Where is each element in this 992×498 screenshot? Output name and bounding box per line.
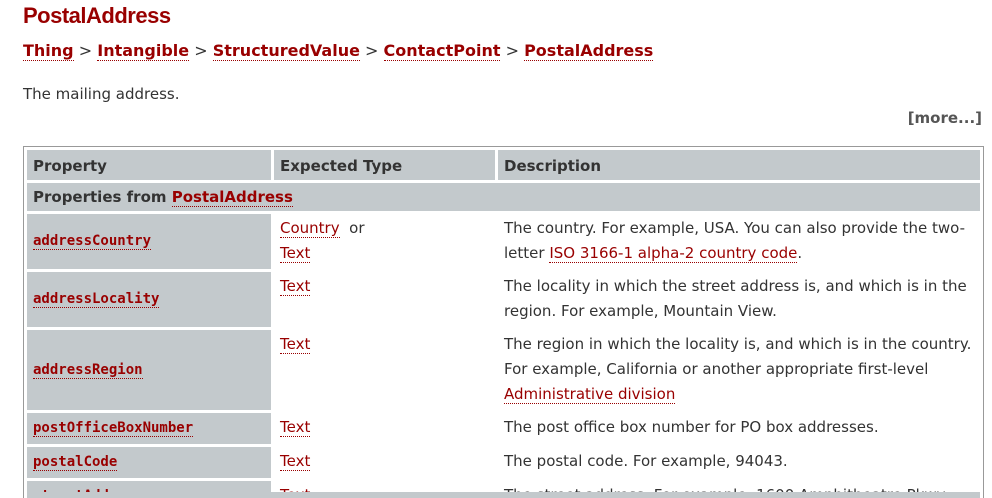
section-header-row: Properties from PostalAddress (27, 183, 980, 211)
property-column-header: Property (27, 150, 271, 180)
breadcrumb-separator: > (78, 41, 93, 60)
type-link-text[interactable]: Text (280, 418, 311, 437)
breadcrumb-separator: > (505, 41, 519, 60)
more-link[interactable]: [more...] (908, 109, 982, 127)
section-type-link[interactable]: PostalAddress (171, 188, 293, 207)
type-cell: Country or Text (274, 214, 495, 269)
property-link-postofficeboxnumber[interactable]: postOfficeBoxNumber (33, 420, 194, 437)
property-cell: addressRegion (27, 330, 271, 410)
description-cell: The region in which the locality is, and… (498, 330, 980, 410)
breadcrumb-postaladdress-link[interactable]: PostalAddress (524, 41, 654, 61)
type-description: The mailing address. (23, 85, 180, 103)
property-link-addresslocality[interactable]: addressLocality (33, 291, 160, 308)
table-header-row: Property Expected Type Description (27, 150, 980, 180)
table-row: postOfficeBoxNumber Text The post office… (27, 413, 980, 444)
description-cell: The country. For example, USA. You can a… (498, 214, 980, 269)
type-cell: Text (274, 413, 495, 444)
table-row: addressCountry Country or Text The count… (27, 214, 980, 269)
description-cell: The locality in which the street address… (504, 277, 967, 320)
description-cell: The postal code. For example, 94043. (504, 452, 788, 470)
type-link-text[interactable]: Text (280, 452, 311, 471)
table-row: postalCode Text The postal code. For exa… (27, 447, 980, 478)
property-cell: addressLocality (27, 272, 271, 327)
administrative-division-link[interactable]: Administrative division (504, 385, 676, 404)
type-cell: Text (274, 447, 495, 478)
page-title: PostalAddress (23, 3, 171, 28)
description-text: The region in which the locality is, and… (504, 335, 972, 378)
section-header-prefix: Properties from (33, 188, 167, 206)
description-column-header: Description (498, 150, 980, 180)
type-link-text[interactable]: Text (280, 335, 311, 354)
breadcrumb-thing-link[interactable]: Thing (23, 41, 74, 61)
next-section-header-bar (27, 492, 980, 498)
property-cell: addressCountry (27, 214, 271, 269)
iso-country-code-link[interactable]: ISO 3166-1 alpha-2 country code (549, 244, 798, 263)
property-link-addresscountry[interactable]: addressCountry (33, 233, 152, 250)
description-suffix: . (797, 244, 803, 262)
type-link-country[interactable]: Country (280, 219, 340, 238)
description-cell: The post office box number for PO box ad… (504, 418, 879, 436)
table-row: addressLocality Text The locality in whi… (27, 272, 980, 327)
property-cell: postalCode (27, 447, 271, 478)
type-link-text[interactable]: Text (280, 277, 311, 296)
breadcrumb-separator: > (365, 41, 379, 60)
or-label: or (349, 219, 365, 237)
property-cell: postOfficeBoxNumber (27, 413, 271, 444)
breadcrumb-contactpoint-link[interactable]: ContactPoint (383, 41, 501, 61)
type-cell: Text (274, 272, 495, 327)
breadcrumb-structuredvalue-link[interactable]: StructuredValue (212, 41, 360, 61)
table-row: addressRegion Text The region in which t… (27, 330, 980, 410)
type-cell: Text (274, 330, 495, 410)
breadcrumb-intangible-link[interactable]: Intangible (97, 41, 190, 61)
definition-table: Property Expected Type Description Prope… (23, 146, 984, 498)
property-link-postalcode[interactable]: postalCode (33, 454, 118, 471)
section-header: Properties from PostalAddress (27, 183, 980, 211)
property-link-addressregion[interactable]: addressRegion (33, 361, 143, 379)
type-link-text[interactable]: Text (280, 244, 311, 263)
expected-type-column-header: Expected Type (274, 150, 495, 180)
breadcrumb: Thing > Intangible > StructuredValue > C… (23, 41, 654, 61)
breadcrumb-separator: > (194, 41, 208, 60)
